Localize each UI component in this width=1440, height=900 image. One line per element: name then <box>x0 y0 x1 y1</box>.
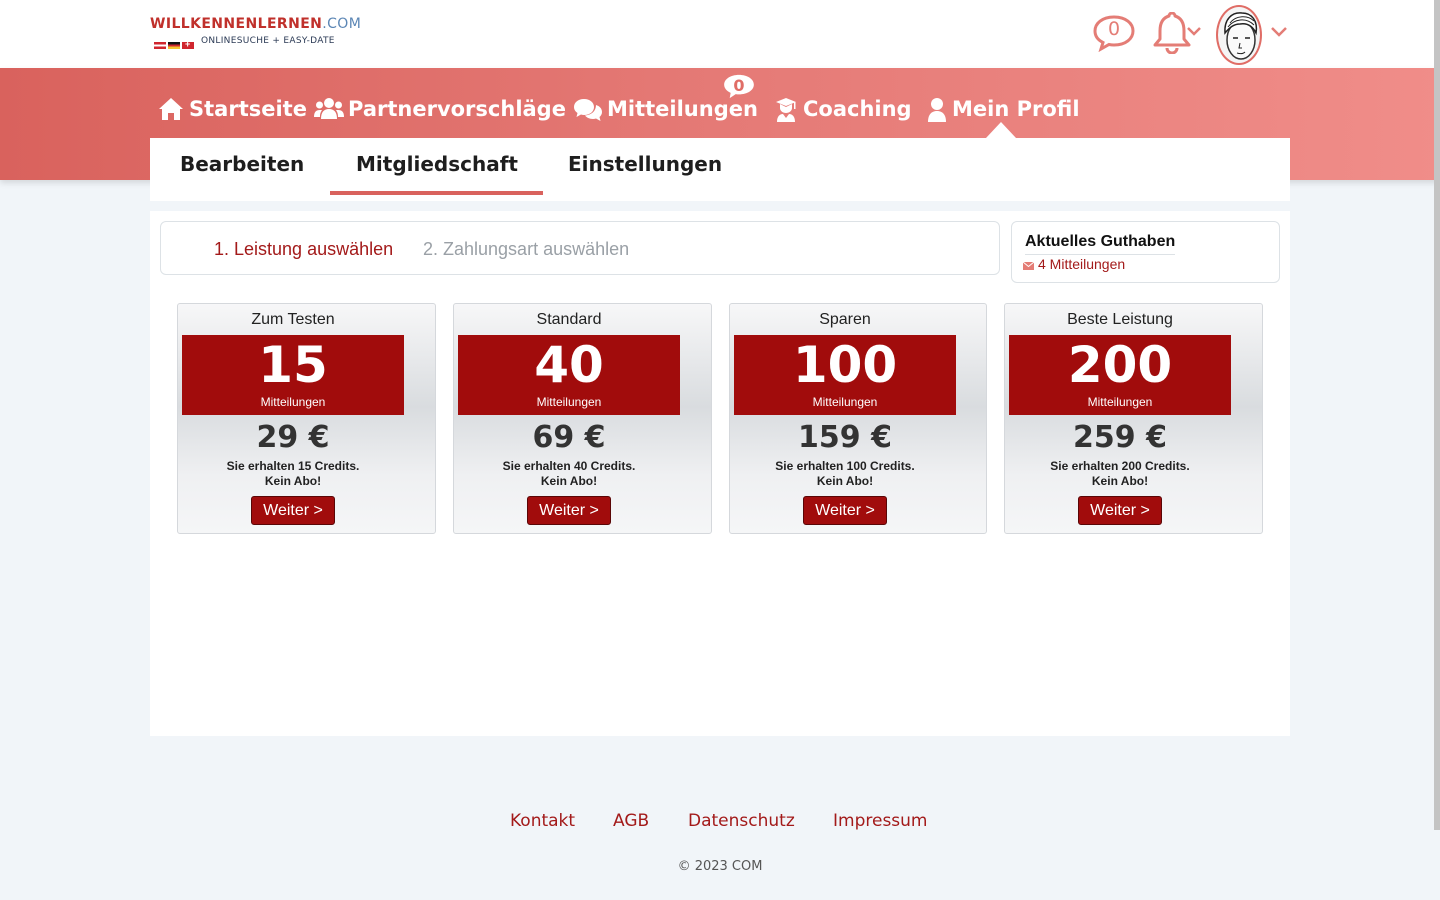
active-nav-indicator <box>986 122 1016 138</box>
nav-item-partnervorschlaege[interactable]: Partnervorschläge <box>314 95 566 125</box>
tab-mitgliedschaft[interactable]: Mitgliedschaft <box>356 152 518 176</box>
package-name: Beste Leistung <box>1067 311 1173 328</box>
package-info: Sie erhalten 100 Credits. Kein Abo! <box>730 459 960 489</box>
current-balance-box: Aktuelles Guthaben 4 Mitteilungen <box>1011 221 1280 283</box>
chevron-down-icon[interactable] <box>1270 25 1288 37</box>
nav-label: Startseite <box>189 97 307 121</box>
active-tab-underline <box>330 191 543 195</box>
profile-subtabs: Bearbeiten Mitgliedschaft Einstellungen <box>150 138 1290 201</box>
continue-button[interactable]: Weiter > <box>803 496 887 525</box>
package-info-no-subscription: Kein Abo! <box>264 474 322 488</box>
balance-text: 4 Mitteilungen <box>1038 256 1126 272</box>
package-unit: Mitteilungen <box>1087 395 1153 409</box>
nav-item-startseite[interactable]: Startseite <box>158 95 307 125</box>
balance-title: Aktuelles Guthaben <box>1025 233 1176 255</box>
membership-panel: 1. Leistung auswählen 2. Zahlungsart aus… <box>150 211 1290 736</box>
package-unit: Mitteilungen <box>260 395 326 409</box>
package-info: Sie erhalten 200 Credits. Kein Abo! <box>1005 459 1235 489</box>
top-header: WILLKENNENLERNEN.COM ONLINESUCHE + EASY-… <box>0 0 1440 68</box>
continue-button[interactable]: Weiter > <box>1078 496 1162 525</box>
users-icon <box>314 98 344 119</box>
package-amount-box: 100 Mitteilungen <box>734 335 956 415</box>
package-amount: 15 <box>258 336 328 394</box>
chevron-down-icon[interactable] <box>1186 25 1202 37</box>
package-amount-box: 40 Mitteilungen <box>458 335 680 415</box>
logo-flags <box>154 37 196 55</box>
package-price: 69 € <box>532 420 606 455</box>
envelope-icon <box>1022 261 1035 270</box>
nav-item-coaching[interactable]: Coaching <box>775 95 912 125</box>
package-info-credits: Sie erhalten 40 Credits. <box>502 459 636 473</box>
checkout-steps: 1. Leistung auswählen 2. Zahlungsart aus… <box>160 221 1000 275</box>
messages-count: 0 <box>1107 18 1121 40</box>
nav-label: Coaching <box>803 97 912 121</box>
austria-flag-icon <box>154 42 166 50</box>
package-card-beste-leistung: Beste Leistung 200 Mitteilungen 259 € Si… <box>1004 303 1263 534</box>
site-logo[interactable]: WILLKENNENLERNEN.COM ONLINESUCHE + EASY-… <box>150 16 380 50</box>
package-info-no-subscription: Kein Abo! <box>1091 474 1149 488</box>
package-info-no-subscription: Kein Abo! <box>540 474 598 488</box>
package-card-sparen: Sparen 100 Mitteilungen 159 € Sie erhalt… <box>729 303 987 534</box>
package-amount: 200 <box>1067 336 1173 394</box>
comments-icon <box>574 99 602 121</box>
footer-link-agb[interactable]: AGB <box>613 811 649 831</box>
package-info-credits: Sie erhalten 100 Credits. <box>775 459 915 473</box>
tab-einstellungen[interactable]: Einstellungen <box>568 152 722 176</box>
package-price: 29 € <box>256 420 330 455</box>
page-scrollbar[interactable] <box>1434 0 1440 830</box>
step-2-select-payment: 2. Zahlungsart auswählen <box>423 239 630 259</box>
mitteilungen-badge-count: 0 <box>733 76 745 95</box>
tab-bearbeiten[interactable]: Bearbeiten <box>180 152 304 176</box>
footer-link-impressum[interactable]: Impressum <box>833 811 928 831</box>
messages-button[interactable]: 0 <box>1092 14 1136 53</box>
logo-tagline: ONLINESUCHE + EASY-DATE <box>201 36 335 46</box>
nav-label: Partnervorschläge <box>348 97 566 121</box>
package-info: Sie erhalten 15 Credits. Kein Abo! <box>178 459 408 489</box>
home-icon <box>159 98 183 120</box>
package-name: Sparen <box>819 311 871 328</box>
logo-wordmark: WILLKENNENLERNEN.COM <box>150 16 362 32</box>
package-info-no-subscription: Kein Abo! <box>816 474 874 488</box>
package-info: Sie erhalten 40 Credits. Kein Abo! <box>454 459 684 489</box>
footer-links: Kontakt AGB Datenschutz Impressum <box>0 811 1440 833</box>
package-amount: 100 <box>792 336 898 394</box>
avatar[interactable] <box>1216 5 1262 65</box>
footer-link-datenschutz[interactable]: Datenschutz <box>688 811 795 831</box>
package-card-zum-testen: Zum Testen 15 Mitteilungen 29 € Sie erha… <box>177 303 436 534</box>
package-amount-box: 15 Mitteilungen <box>182 335 404 415</box>
balance-value: 4 Mitteilungen <box>1022 256 1126 272</box>
package-info-credits: Sie erhalten 200 Credits. <box>1050 459 1190 473</box>
step-1-select-package: 1. Leistung auswählen <box>214 239 394 259</box>
footer-link-kontakt[interactable]: Kontakt <box>510 811 575 831</box>
package-unit: Mitteilungen <box>536 395 602 409</box>
germany-flag-icon <box>168 42 180 50</box>
copyright: © 2023 COM <box>677 859 763 874</box>
package-name: Zum Testen <box>251 311 335 328</box>
package-price: 259 € <box>1073 420 1167 455</box>
user-icon <box>928 98 946 122</box>
package-unit: Mitteilungen <box>812 395 878 409</box>
nav-label: Mein Profil <box>952 97 1080 121</box>
package-amount: 40 <box>534 336 604 394</box>
teacher-icon <box>776 98 796 122</box>
switzerland-flag-icon <box>182 39 194 50</box>
package-price: 159 € <box>798 420 892 455</box>
continue-button[interactable]: Weiter > <box>527 496 611 525</box>
package-card-standard: Standard 40 Mitteilungen 69 € Sie erhalt… <box>453 303 712 534</box>
package-info-credits: Sie erhalten 15 Credits. <box>226 459 360 473</box>
package-name: Standard <box>536 311 602 328</box>
user-avatar-icon <box>1224 12 1258 60</box>
package-amount-box: 200 Mitteilungen <box>1009 335 1231 415</box>
continue-button[interactable]: Weiter > <box>251 496 335 525</box>
nav-item-mein-profil[interactable]: Mein Profil <box>927 95 1080 125</box>
